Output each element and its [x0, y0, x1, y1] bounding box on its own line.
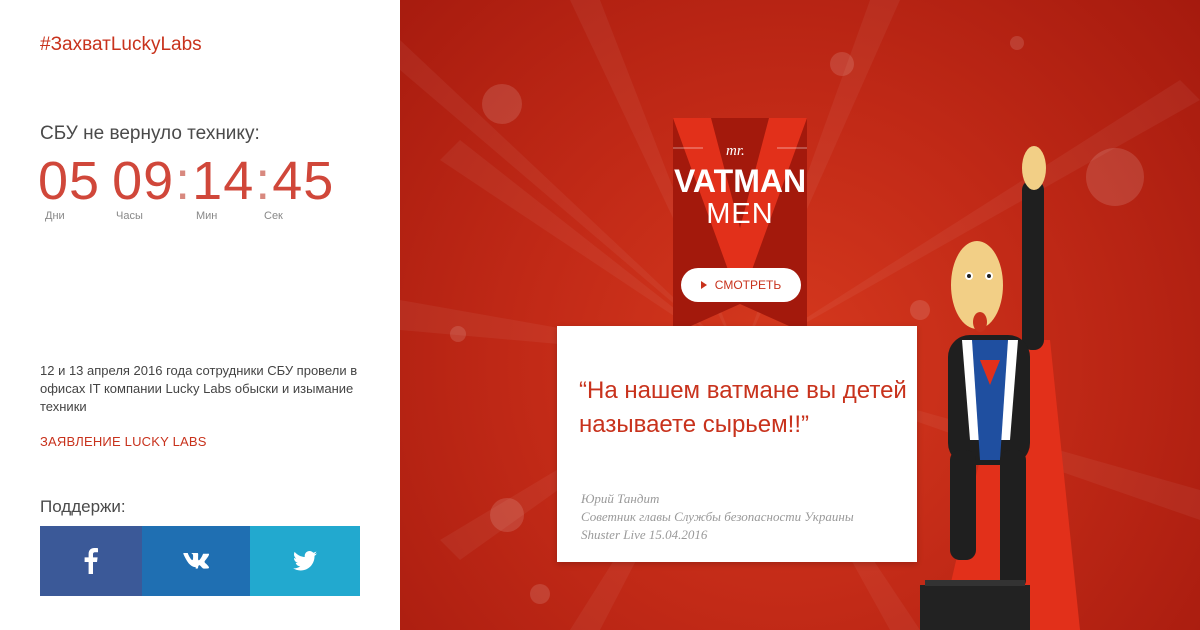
watch-button-label: СМОТРЕТЬ	[714, 278, 782, 292]
quote-text: “На нашем ватмане вы детей называете сыр…	[579, 377, 907, 438]
quote-card: “На нашем ватмане вы детей называете сыр…	[557, 326, 917, 562]
timer-separator: :	[175, 151, 192, 211]
facebook-share-button[interactable]	[40, 526, 142, 596]
timer-label-seconds: Сек	[264, 210, 283, 222]
twitter-icon	[293, 551, 317, 571]
vk-icon	[183, 553, 209, 569]
left-panel: #ЗахватLuckyLabs СБУ не вернуло технику:…	[0, 0, 400, 630]
timer-seconds: 45	[272, 151, 335, 211]
timer-label-days: Дни	[45, 210, 65, 222]
vk-share-button[interactable]	[142, 526, 250, 596]
bubble	[1010, 36, 1024, 50]
timer-hours: 09	[112, 151, 175, 211]
timer-minutes: 14	[192, 151, 255, 211]
statement-link[interactable]: ЗАЯВЛЕНИЕ LUCKY LABS	[40, 434, 207, 449]
brand-mr: mr.	[726, 143, 745, 159]
author-position: Советник главы Службы безопасности Украи…	[581, 509, 854, 524]
bubble	[830, 52, 854, 76]
bubble	[530, 584, 550, 604]
author-name: Юрий Тандит	[581, 491, 660, 506]
quote-author: Юрий Тандит Советник главы Службы безопа…	[581, 490, 854, 544]
hashtag: #ЗахватLuckyLabs	[40, 34, 202, 55]
timer-label-hours: Часы	[116, 210, 143, 222]
bubble	[482, 84, 522, 124]
brand-subtitle: MEN	[706, 198, 774, 230]
author-source: Shuster Live 15.04.2016	[581, 527, 708, 542]
facebook-icon	[84, 548, 98, 574]
countdown-timer: 05 09:14:45	[38, 150, 334, 212]
hero-panel: mr. VATMAN MEN СМОТРЕТЬ “На нашем ватман…	[400, 0, 1200, 630]
support-label: Поддержи:	[40, 497, 126, 516]
timer-days: 05	[38, 151, 101, 211]
play-icon	[700, 281, 707, 289]
countdown-title: СБУ не вернуло технику:	[40, 123, 260, 144]
description: 12 и 13 апреля 2016 года сотрудники СБУ …	[40, 363, 358, 414]
bubble	[490, 498, 524, 532]
brand-title: VATMAN	[673, 163, 807, 199]
bubble	[450, 326, 466, 342]
timer-separator: :	[255, 151, 272, 211]
share-buttons	[40, 526, 360, 596]
timer-label-minutes: Мин	[196, 210, 218, 222]
twitter-share-button[interactable]	[250, 526, 360, 596]
watch-button[interactable]: СМОТРЕТЬ	[681, 268, 801, 302]
vatman-character	[920, 146, 1080, 630]
